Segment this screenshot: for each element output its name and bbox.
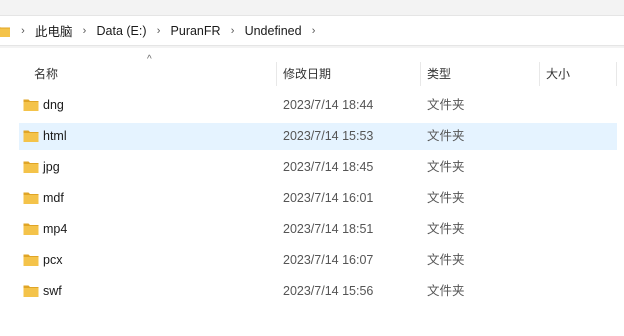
file-row[interactable]: dng 2023/7/14 18:44 文件夹 (19, 92, 617, 119)
file-row[interactable]: html 2023/7/14 15:53 文件夹 (19, 123, 617, 150)
breadcrumb-undefined[interactable]: Undefined (243, 24, 304, 38)
chevron-right-icon[interactable]: › (13, 25, 33, 37)
column-header-row: 名称 修改日期 类型 大小 (0, 62, 624, 86)
file-name: mp4 (43, 222, 68, 236)
file-modified-date: 2023/7/14 18:45 (283, 160, 374, 174)
folder-icon (23, 129, 39, 146)
column-header-type[interactable]: 类型 (427, 62, 451, 86)
breadcrumb-puranfr[interactable]: PuranFR (169, 24, 223, 38)
folder-icon (23, 222, 39, 239)
column-divider[interactable] (616, 62, 617, 86)
file-name: pcx (43, 253, 63, 267)
folder-icon (23, 98, 39, 115)
file-name: html (43, 129, 67, 143)
file-modified-date: 2023/7/14 18:51 (283, 222, 374, 236)
chevron-right-icon[interactable]: › (75, 25, 95, 37)
chevron-right-icon[interactable]: › (149, 25, 169, 37)
file-name: dng (43, 98, 64, 112)
address-bar[interactable]: › 此电脑 › Data (E:) › PuranFR › Undefined … (0, 15, 624, 46)
file-name: swf (43, 284, 62, 298)
file-row[interactable]: mp4 2023/7/14 18:51 文件夹 (19, 216, 617, 243)
folder-icon (23, 191, 39, 208)
file-list-pane: ^ 名称 修改日期 类型 大小 dng 2023/7/14 18:44 文件夹 htm… (0, 48, 624, 336)
file-modified-date: 2023/7/14 15:56 (283, 284, 374, 298)
folder-icon (0, 15, 13, 46)
column-header-name[interactable]: 名称 (34, 62, 58, 86)
file-type: 文件夹 (427, 284, 465, 298)
file-row[interactable]: swf 2023/7/14 15:56 文件夹 (19, 278, 617, 305)
column-divider[interactable] (539, 62, 540, 86)
file-modified-date: 2023/7/14 18:44 (283, 98, 374, 112)
breadcrumb-data-drive[interactable]: Data (E:) (95, 24, 149, 38)
file-type: 文件夹 (427, 98, 465, 112)
column-divider[interactable] (276, 62, 277, 86)
folder-icon (23, 253, 39, 270)
file-name: jpg (43, 160, 60, 174)
file-modified-date: 2023/7/14 16:07 (283, 253, 374, 267)
file-type: 文件夹 (427, 191, 465, 205)
folder-icon (23, 160, 39, 177)
column-header-date[interactable]: 修改日期 (283, 62, 331, 86)
file-modified-date: 2023/7/14 16:01 (283, 191, 374, 205)
breadcrumb-this-pc[interactable]: 此电脑 (33, 21, 75, 40)
column-divider[interactable] (420, 62, 421, 86)
file-type: 文件夹 (427, 253, 465, 267)
file-row[interactable]: jpg 2023/7/14 18:45 文件夹 (19, 154, 617, 181)
chevron-right-icon[interactable]: › (304, 25, 324, 37)
column-header-size[interactable]: 大小 (546, 62, 570, 86)
address-toolbar: › 此电脑 › Data (E:) › PuranFR › Undefined … (0, 0, 624, 47)
file-modified-date: 2023/7/14 15:53 (283, 129, 374, 143)
file-type: 文件夹 (427, 160, 465, 174)
file-type: 文件夹 (427, 129, 465, 143)
file-explorer-window: › 此电脑 › Data (E:) › PuranFR › Undefined … (0, 0, 624, 336)
file-type: 文件夹 (427, 222, 465, 236)
file-row[interactable]: pcx 2023/7/14 16:07 文件夹 (19, 247, 617, 274)
folder-icon (23, 284, 39, 301)
file-name: mdf (43, 191, 64, 205)
chevron-right-icon[interactable]: › (223, 25, 243, 37)
file-row[interactable]: mdf 2023/7/14 16:01 文件夹 (19, 185, 617, 212)
